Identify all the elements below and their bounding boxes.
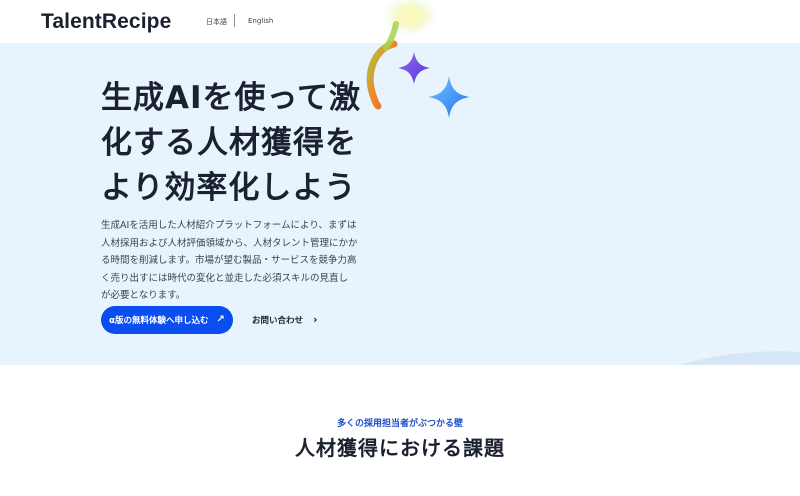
section-eyebrow: 多くの採用担当者がぶつかる壁 <box>336 419 463 429</box>
hero-headline: 生成AIを使って激 化する人材獲得を より効率化しよう <box>101 76 361 211</box>
contact-link-label: お問い合わせ <box>252 315 304 326</box>
lang-switch-english[interactable]: English <box>248 17 273 25</box>
description-line: く売り出すには時代の変化と並走した必須スキルの見直し <box>101 272 349 284</box>
arrow-up-right-icon: ↗ <box>216 314 225 325</box>
description-line: 生成AIを活用した人材紹介プラットフォームにより、まずは <box>101 220 357 231</box>
free-trial-button[interactable]: α版の無料体験へ申し込む ↗ <box>101 306 233 334</box>
section-title: 人材獲得における課題 <box>295 436 505 460</box>
sparkle-purple-icon <box>398 52 430 84</box>
headline-line: 生成AIを使って激 <box>101 80 361 116</box>
headline-line: 化する人材獲得を <box>101 125 357 161</box>
lang-divider <box>234 14 235 27</box>
sparkle-decoration <box>366 0 470 118</box>
sparkle-blue-icon <box>428 76 470 118</box>
description-line: 人材採用および人材評価領域から、人材タレント管理にかか <box>101 237 358 249</box>
logo[interactable]: TalentRecipe <box>41 10 171 34</box>
hero-description: 生成AIを活用した人材紹介プラットフォームにより、まずは 人材採用および人材評価… <box>101 217 363 305</box>
lang-switch-japanese[interactable]: 日本語 <box>206 17 227 27</box>
contact-link[interactable]: お問い合わせ › <box>252 313 318 326</box>
description-line: が必要となります。 <box>101 290 186 301</box>
description-line: る時間を削減します。市場が望む製品・サービスを競争力高 <box>101 255 357 266</box>
free-trial-button-label: α版の無料体験へ申し込む <box>109 316 209 326</box>
headline-line: より効率化しよう <box>101 170 357 206</box>
chevron-right-icon: › <box>313 313 318 326</box>
